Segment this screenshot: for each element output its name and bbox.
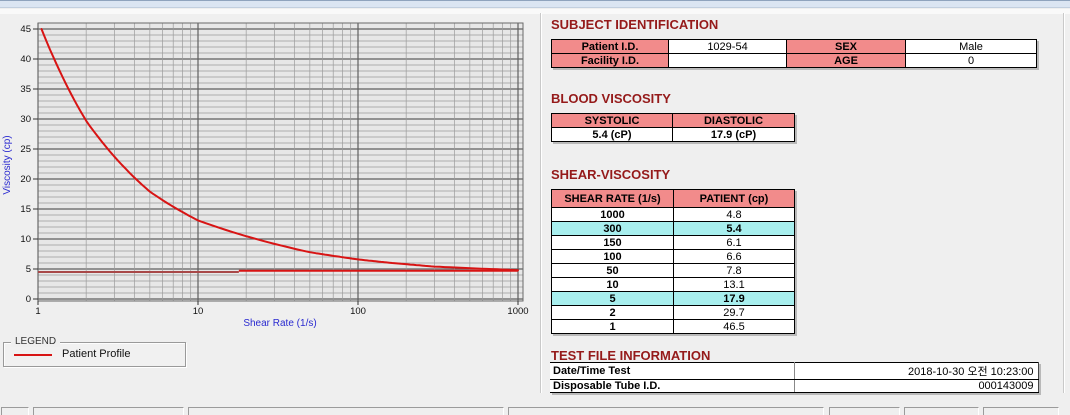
section-title-shear-viscosity: SHEAR-VISCOSITY — [551, 167, 670, 182]
patient-viscosity-cell: 4.8 — [674, 208, 795, 222]
shear-rate-cell: 50 — [552, 264, 674, 278]
subject-field-value: Male — [906, 40, 1037, 54]
legend-group: LEGEND Patient Profile — [3, 342, 186, 367]
report-window: 0510152025303540451101001000Viscosity (c… — [0, 0, 1070, 415]
section-title-subject-identification: SUBJECT IDENTIFICATION — [551, 17, 718, 32]
table-row: 1506.1 — [552, 236, 795, 250]
patient-viscosity-cell: 5.4 — [674, 222, 795, 236]
x-tick-label: 1 — [35, 306, 40, 317]
shear-rate-cell: 300 — [552, 222, 674, 236]
table-row: Date/Time Test2018-10-30 오전 10:23:00 — [550, 363, 1038, 380]
table-row: 3005.4 — [552, 222, 795, 236]
shear-table-header: PATIENT (cp) — [674, 190, 795, 208]
table-row: SYSTOLICDIASTOLIC — [552, 114, 795, 128]
shear-rate-cell: 100 — [552, 250, 674, 264]
test-file-label: Disposable Tube I.D. — [550, 380, 794, 393]
subject-field-label: Facility I.D. — [552, 54, 669, 68]
patient-viscosity-cell: 13.1 — [674, 278, 795, 292]
legend-series-line — [14, 354, 52, 356]
patient-viscosity-cell: 6.6 — [674, 250, 795, 264]
viscosity-chart: 0 5 10 15 20 25 30 35 40 45 1 10 100 1000 Viscosity (c… — [0, 0, 538, 395]
test-file-information-table: Date/Time Test2018-10-30 오전 10:23:00Disp… — [550, 362, 1039, 393]
status-bar-segment — [188, 407, 504, 415]
table-row: 5.4 (cP)17.9 (cP) — [552, 128, 795, 142]
table-row: Patient I.D.1029-54SEXMale — [552, 40, 1037, 54]
subject-identification-table: Patient I.D.1029-54SEXMaleFacility I.D.A… — [551, 39, 1037, 68]
patient-viscosity-cell: 6.1 — [674, 236, 795, 250]
shear-rate-cell: 1 — [552, 320, 674, 334]
blood-viscosity-table: SYSTOLICDIASTOLIC5.4 (cP)17.9 (cP) — [551, 113, 795, 142]
x-tick-label: 10 — [193, 306, 204, 317]
shear-rate-cell: 2 — [552, 306, 674, 320]
y-tick-label: 30 — [20, 114, 31, 125]
y-tick-label: 35 — [20, 84, 31, 95]
legend-series-label: Patient Profile — [62, 348, 130, 360]
subject-field-label: SEX — [787, 40, 906, 54]
subject-field-value: 1029-54 — [669, 40, 787, 54]
y-tick-label: 5 — [26, 264, 31, 275]
shear-table-header: SHEAR RATE (1/s) — [552, 190, 674, 208]
test-file-value: 000143009 — [794, 380, 1038, 393]
patient-viscosity-cell: 46.5 — [674, 320, 795, 334]
y-axis-label: Viscosity (cp) — [2, 135, 13, 194]
table-row: 517.9 — [552, 292, 795, 306]
blood-viscosity-header: SYSTOLIC — [552, 114, 673, 128]
shear-viscosity-table: SHEAR RATE (1/s)PATIENT (cp)10004.83005.… — [551, 189, 795, 334]
table-row: 1006.6 — [552, 250, 795, 264]
status-bar-segment — [508, 407, 824, 415]
subject-field-value — [669, 54, 787, 68]
status-bar-segment — [829, 407, 900, 415]
status-bar-segment — [1, 407, 29, 415]
test-file-value: 2018-10-30 오전 10:23:00 — [794, 363, 1038, 380]
status-bar-segment — [904, 407, 979, 415]
legend-group-caption: LEGEND — [11, 336, 60, 347]
y-tick-label: 25 — [20, 144, 31, 155]
patient-viscosity-cell: 7.8 — [674, 264, 795, 278]
table-row: 146.5 — [552, 320, 795, 334]
table-row: SHEAR RATE (1/s)PATIENT (cp) — [552, 190, 795, 208]
table-row: 507.8 — [552, 264, 795, 278]
x-tick-label: 100 — [350, 306, 366, 317]
section-title-test-file-information: TEST FILE INFORMATION — [551, 348, 710, 363]
table-row: Facility I.D. AGE0 — [552, 54, 1037, 68]
subject-field-value: 0 — [906, 54, 1037, 68]
y-tick-label: 20 — [20, 174, 31, 185]
shear-rate-cell: 1000 — [552, 208, 674, 222]
y-tick-label: 40 — [20, 54, 31, 65]
subject-field-label: Patient I.D. — [552, 40, 669, 54]
status-bar-segment — [33, 407, 184, 415]
status-bar-segment — [983, 407, 1059, 415]
shear-rate-cell: 10 — [552, 278, 674, 292]
table-row: Disposable Tube I.D.000143009 — [550, 380, 1038, 393]
panel-separator-left — [540, 13, 541, 393]
subject-field-label: AGE — [787, 54, 906, 68]
blood-viscosity-value: 17.9 (cP) — [673, 128, 795, 142]
blood-viscosity-value: 5.4 (cP) — [552, 128, 673, 142]
panel-separator-right — [1063, 13, 1064, 393]
test-file-label: Date/Time Test — [550, 363, 794, 380]
shear-rate-cell: 5 — [552, 292, 674, 306]
y-tick-label: 10 — [20, 234, 31, 245]
section-title-blood-viscosity: BLOOD VISCOSITY — [551, 91, 671, 106]
y-tick-label: 45 — [20, 24, 31, 35]
shear-rate-cell: 150 — [552, 236, 674, 250]
x-tick-label: 1000 — [507, 306, 528, 317]
patient-viscosity-cell: 29.7 — [674, 306, 795, 320]
y-tick-label: 15 — [20, 204, 31, 215]
table-row: 10004.8 — [552, 208, 795, 222]
table-row: 229.7 — [552, 306, 795, 320]
y-tick-label: 0 — [26, 294, 31, 305]
table-row: 1013.1 — [552, 278, 795, 292]
patient-viscosity-cell: 17.9 — [674, 292, 795, 306]
x-axis-label: Shear Rate (1/s) — [243, 318, 316, 329]
blood-viscosity-header: DIASTOLIC — [673, 114, 795, 128]
